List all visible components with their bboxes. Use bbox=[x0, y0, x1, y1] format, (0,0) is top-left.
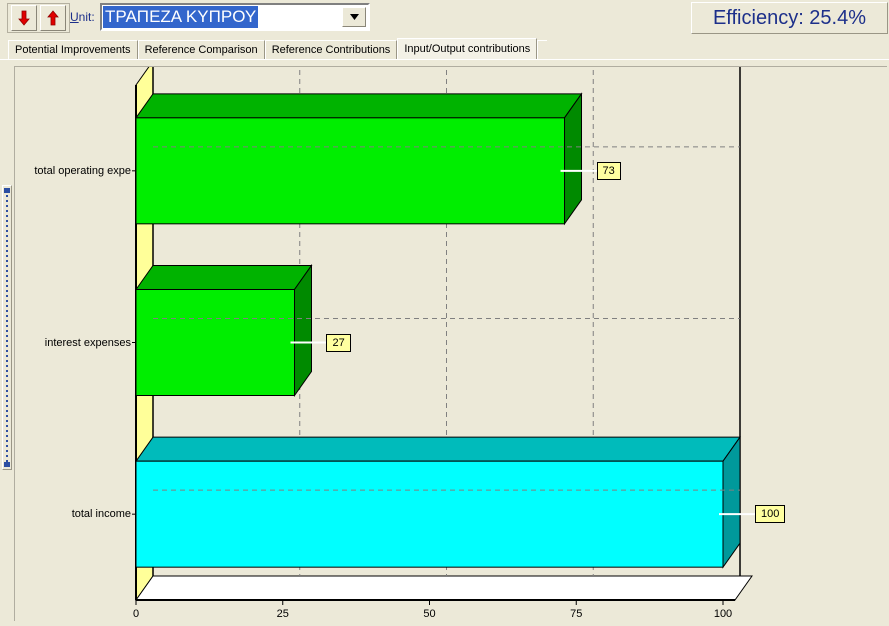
unit-label-rest: nit: bbox=[78, 10, 95, 24]
unit-combobox-value: ΤΡΑΠΕΖΑ ΚΥΠΡΟΥ bbox=[103, 6, 259, 28]
splitter-grip bbox=[6, 190, 8, 467]
plot-floor bbox=[135, 575, 753, 601]
bar-series-item[interactable] bbox=[135, 263, 329, 398]
client-area: total operating expe 73 interest expenses 2… bbox=[0, 59, 889, 626]
category-axis-label: total operating expe bbox=[34, 164, 131, 177]
category-axis-label: interest expenses bbox=[44, 336, 131, 349]
bar-value-label: 27 bbox=[326, 333, 351, 352]
bar-series-item[interactable] bbox=[135, 435, 757, 569]
tab-input-output-contributions[interactable]: Input/Output contributions bbox=[397, 38, 538, 59]
chart-canvas bbox=[132, 67, 757, 605]
unit-combobox-dropdown-button[interactable] bbox=[342, 7, 366, 27]
red-down-arrow-icon bbox=[18, 10, 30, 26]
bar-front-face bbox=[135, 289, 295, 396]
tab-strip-filler bbox=[537, 40, 548, 59]
bar-value-label: 73 bbox=[596, 161, 621, 180]
bar-value-label: 100 bbox=[755, 505, 786, 524]
top-toolbar: Unit: ΤΡΑΠΕΖΑ ΚΥΠΡΟΥ Efficiency: 25.4% bbox=[0, 0, 889, 36]
tab-reference-contributions[interactable]: Reference Contributions bbox=[264, 40, 398, 59]
tab-potential-improvements[interactable]: Potential Improvements bbox=[8, 40, 138, 59]
unit-combobox[interactable]: ΤΡΑΠΕΖΑ ΚΥΠΡΟΥ bbox=[100, 3, 370, 31]
tab-reference-comparison[interactable]: Reference Comparison bbox=[137, 40, 265, 59]
bar-front-face bbox=[135, 460, 724, 568]
value-axis-tick-label: 25 bbox=[276, 608, 289, 620]
red-up-arrow-icon bbox=[47, 10, 59, 26]
unit-label: Unit: bbox=[70, 10, 95, 24]
next-unit-button[interactable] bbox=[40, 5, 66, 31]
category-axis-label: total income bbox=[71, 508, 131, 521]
bar-top-face bbox=[135, 265, 313, 290]
bar-top-face bbox=[135, 436, 741, 462]
bar-series-item[interactable] bbox=[135, 92, 599, 226]
unit-label-mnemonic: U bbox=[70, 10, 79, 24]
efficiency-panel: Efficiency: 25.4% bbox=[691, 2, 888, 34]
tab-strip: Potential Improvements Reference Compari… bbox=[0, 36, 889, 59]
efficiency-value-text: Efficiency: 25.4% bbox=[712, 6, 867, 29]
value-axis-tick-label: 0 bbox=[132, 608, 140, 620]
unit-combobox-textarea[interactable]: ΤΡΑΠΕΖΑ ΚΥΠΡΟΥ bbox=[102, 5, 342, 29]
bar-front-face bbox=[135, 117, 566, 225]
tab-list: Potential Improvements Reference Compari… bbox=[8, 38, 548, 59]
value-axis-tick-label: 50 bbox=[423, 608, 436, 620]
previous-unit-button[interactable] bbox=[11, 5, 37, 31]
unit-navigation-group bbox=[7, 3, 70, 33]
io-contributions-bar-chart: total operating expe 73 interest expenses 2… bbox=[15, 67, 887, 621]
value-axis-tick-label: 100 bbox=[713, 608, 733, 620]
value-axis-tick-label: 75 bbox=[570, 608, 583, 620]
chart-panel: total operating expe 73 interest expenses 2… bbox=[14, 66, 887, 621]
chevron-down-icon bbox=[349, 14, 359, 20]
splitter-nub-bottom bbox=[4, 462, 10, 467]
vertical-splitter[interactable] bbox=[2, 185, 12, 470]
bar-top-face bbox=[135, 93, 583, 119]
